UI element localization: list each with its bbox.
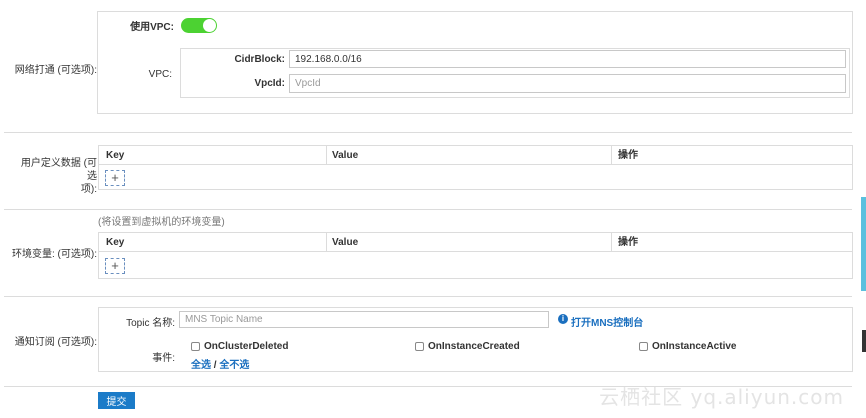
add-user-data-button[interactable]: + — [105, 170, 125, 186]
watermark: 云栖社区 yq.aliyun.com — [599, 385, 844, 409]
side-scroll-tab[interactable] — [862, 330, 866, 352]
vpc-id-input[interactable] — [289, 74, 846, 93]
user-data-label-line2: 项): — [80, 184, 97, 195]
use-vpc-label: 使用VPC: — [130, 22, 174, 33]
select-links: 全选 / 全不选 — [191, 356, 249, 371]
col-action: 操作 — [618, 237, 638, 248]
env-vars-row-label: 环境变量: (可选项): — [12, 249, 97, 260]
select-none-link[interactable]: 全不选 — [219, 360, 249, 371]
topic-name-label: Topic 名称: — [126, 318, 175, 329]
notification-panel: Topic 名称: i 打开MNS控制台 事件: OnClusterDelete… — [98, 307, 853, 372]
vpc-label: VPC: — [148, 69, 172, 80]
vpc-config-panel: CidrBlock: VpcId: — [180, 48, 850, 98]
notification-row: 通知订阅 (可选项): Topic 名称: i 打开MNS控制台 事件: OnC… — [4, 297, 853, 387]
event-label-instance-active: OnInstanceActive — [652, 341, 737, 352]
notification-row-label: 通知订阅 (可选项): — [14, 337, 97, 348]
event-checkbox-instance-active[interactable] — [639, 342, 648, 351]
network-row-label: 网络打通 (可选项): — [14, 65, 97, 76]
open-mns-console-link[interactable]: 打开MNS控制台 — [571, 314, 643, 329]
user-data-label-line1: 用户定义数据 (可选 — [20, 158, 97, 182]
network-row: 网络打通 (可选项): 使用VPC: VPC: CidrBlock: VpcId… — [4, 0, 853, 133]
env-vars-hint: (将设置到虚拟机的环境变量) — [98, 217, 225, 228]
cidr-block-input[interactable] — [289, 50, 846, 68]
select-all-link[interactable]: 全选 — [191, 360, 211, 371]
event-label-instance-created: OnInstanceCreated — [428, 341, 520, 352]
network-panel: 使用VPC: VPC: CidrBlock: VpcId: — [97, 11, 853, 114]
use-vpc-toggle[interactable] — [181, 18, 217, 33]
table-header: Key Value 操作 — [99, 233, 852, 252]
toggle-knob — [203, 19, 216, 32]
info-icon: i — [558, 314, 568, 324]
cidr-block-label: CidrBlock: — [234, 54, 285, 65]
col-action: 操作 — [618, 150, 638, 161]
event-checkbox-cluster-deleted[interactable] — [191, 342, 200, 351]
col-key: Key — [106, 237, 125, 248]
user-data-row: 用户定义数据 (可选 项): Key Value 操作 + — [4, 133, 853, 210]
add-env-var-button[interactable]: + — [105, 258, 125, 274]
env-vars-row: (将设置到虚拟机的环境变量) 环境变量: (可选项): Key Value 操作… — [4, 210, 853, 297]
vpc-id-label: VpcId: — [254, 78, 285, 89]
submit-button[interactable]: 提交 — [98, 392, 135, 409]
env-vars-table: Key Value 操作 + — [98, 232, 853, 279]
col-value: Value — [332, 150, 359, 161]
event-label-cluster-deleted: OnClusterDeleted — [204, 341, 289, 352]
col-value: Value — [332, 237, 359, 248]
side-feedback-tab[interactable] — [861, 197, 866, 291]
table-header: Key Value 操作 — [99, 146, 852, 165]
user-data-row-label: 用户定义数据 (可选 项): — [12, 157, 97, 196]
col-key: Key — [106, 150, 125, 161]
col-divider — [611, 233, 612, 252]
user-data-table: Key Value 操作 + — [98, 145, 853, 190]
event-checkbox-instance-created[interactable] — [415, 342, 424, 351]
topic-name-input[interactable] — [179, 311, 549, 328]
events-label: 事件: — [152, 353, 175, 364]
col-divider — [611, 146, 612, 165]
